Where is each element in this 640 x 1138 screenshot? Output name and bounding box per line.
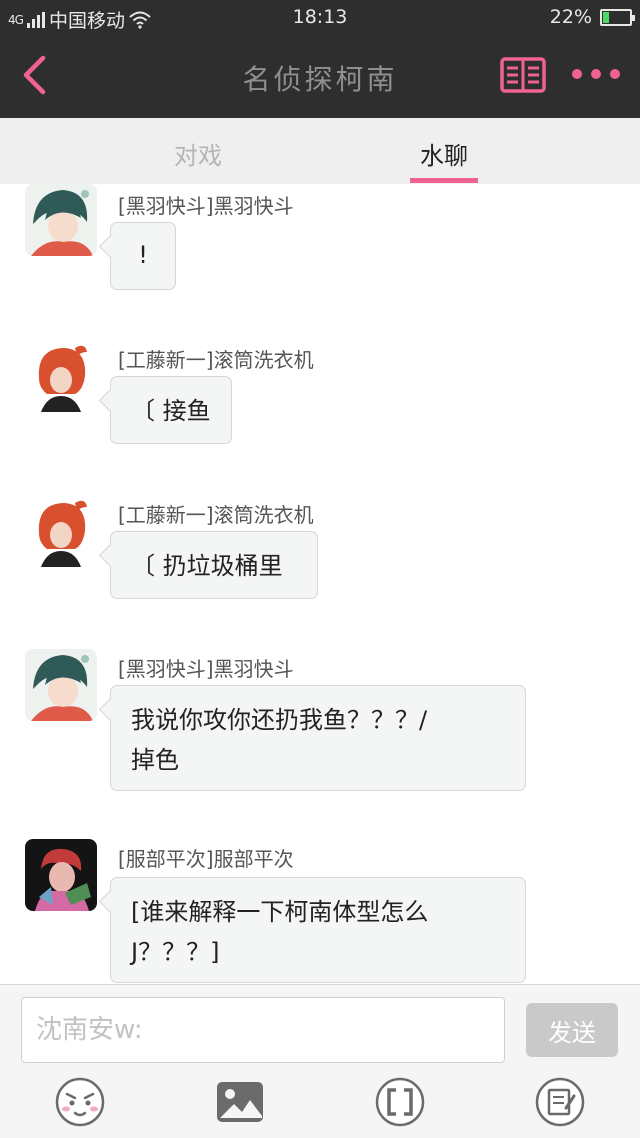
tab-roleplay[interactable]: 对戏	[118, 136, 278, 171]
tab-bar: 对戏 水聊	[0, 118, 640, 184]
message-line: 我说你攻你还扔我鱼？？？/	[131, 706, 428, 734]
sender-name: [黑羽快斗]黑羽快斗	[118, 194, 294, 218]
message-bubble[interactable]: 我说你攻你还扔我鱼？？？/ 掉色	[110, 685, 526, 791]
message-line: [谁来解释一下柯南体型怎么	[131, 898, 429, 926]
message-bubble[interactable]: 〔 接鱼	[110, 376, 232, 444]
sender-name: [工藤新一]滚筒洗衣机	[118, 503, 314, 527]
more-icon[interactable]	[570, 62, 622, 86]
message-line: J？？？]	[131, 938, 220, 966]
active-tab-indicator	[410, 178, 478, 183]
note-icon[interactable]	[534, 1076, 586, 1128]
message-input[interactable]	[21, 997, 505, 1063]
sender-name: [服部平次]服部平次	[118, 847, 294, 871]
bracket-icon[interactable]	[374, 1076, 426, 1128]
status-right: 22%	[549, 6, 635, 28]
tab-chat[interactable]: 水聊	[364, 136, 524, 171]
message-list[interactable]: [黑羽快斗]黑羽快斗 ! [工藤新一]滚筒洗衣机 〔 接鱼 [工藤新一]滚筒洗衣…	[0, 184, 640, 984]
composer: 发送	[0, 984, 640, 1138]
book-icon[interactable]	[500, 56, 546, 94]
message-bubble[interactable]: [谁来解释一下柯南体型怎么 J？？？]	[110, 877, 526, 983]
app-header: 名侦探柯南	[0, 34, 640, 118]
battery-icon	[600, 8, 635, 26]
message-bubble[interactable]: !	[110, 222, 176, 290]
emoji-icon[interactable]	[54, 1076, 106, 1128]
message-line: 掉色	[131, 746, 179, 774]
sender-name: [工藤新一]滚筒洗衣机	[118, 348, 314, 372]
send-button[interactable]: 发送	[526, 1003, 618, 1057]
message-bubble[interactable]: 〔 扔垃圾桶里	[110, 531, 318, 599]
sender-name: [黑羽快斗]黑羽快斗	[118, 657, 294, 681]
clock: 18:13	[292, 6, 348, 28]
battery-percent: 22%	[549, 6, 592, 28]
avatar-kaito[interactable]	[25, 184, 97, 256]
status-bar: 4G 中国移动 18:13 22%	[0, 0, 640, 34]
image-icon[interactable]	[214, 1076, 266, 1128]
avatar-shinichi[interactable]	[25, 340, 97, 412]
avatar-heiji[interactable]	[25, 839, 97, 911]
avatar-kaito[interactable]	[25, 649, 97, 721]
avatar-shinichi[interactable]	[25, 495, 97, 567]
battery-level	[603, 11, 609, 23]
